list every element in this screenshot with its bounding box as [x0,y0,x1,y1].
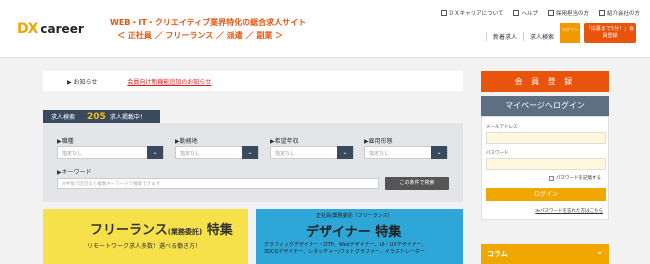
freelance-banner-title: フリーランス(業務委託) 特集 [90,223,233,238]
salary-select[interactable]: 指定なし ⌄ [270,146,354,159]
password-field[interactable] [486,158,606,170]
search-submit-button[interactable]: この条件で検索 [385,177,449,190]
field-label-keyword: ▶キーワード [57,169,92,176]
designer-banner-subtitle: グラフィックデザイナー・DTP、Webデザイナー、UI・UXデザイナー、 3DCG… [264,242,427,255]
login-box: メールアドレス パスワード パスワードを記憶する ログイン ≫パスワードを忘れた… [481,116,609,220]
designer-banner[interactable]: 正社員/業務委託（フリーランス） デザイナー 特集 グラフィックデザイナー・DT… [256,209,463,264]
site-logo[interactable]: DX career [17,21,84,37]
designer-banner-title: デザイナー 特集 [306,225,402,240]
info-icon [440,10,447,16]
email-field[interactable] [486,132,606,144]
search-tab-label: 求人検索 [51,114,76,121]
top-links: ＤＸキャリアについて ヘルプ 採用担当の方 紹介会社の方 [431,9,640,17]
chevron-down-icon: ⌄ [337,146,353,159]
checkbox-icon [549,175,554,181]
help-icon [513,10,520,16]
forgot-password-link[interactable]: ≫パスワードを忘れた方はこちら [535,208,603,214]
register-button[interactable]: 会 員 登 録 [481,71,609,92]
job-count-suffix: 求人掲載中！ [109,114,146,121]
column-section-header[interactable]: コラム ⌄ [481,244,609,264]
freelance-banner-subtitle: リモートワーク求人多数！選べる働き方！ [87,243,202,250]
field-label-salary: ▶希望年収 [270,138,299,145]
top-link-recruiter[interactable]: 採用担当の方 [547,9,589,17]
user-icon [598,10,605,16]
site-header: DX career WEB・IT・クリエイティブ業界特化の総合求人サイト ＜ 正… [0,0,650,58]
news-link[interactable]: 会員向け新機能追加のお知らせ [127,77,211,86]
designer-banner-pretitle: 正社員/業務委託（フリーランス） [316,213,393,219]
remember-checkbox[interactable]: パスワードを記憶する [549,175,601,181]
occupation-select[interactable]: 指定なし ⌄ [57,146,164,159]
field-label-location: ▶勤務地 [175,138,198,145]
nav-new-jobs[interactable]: 新着求人 [486,32,523,41]
job-count: 205 [87,111,106,122]
top-link-help[interactable]: ヘルプ [513,9,538,17]
field-label-employment: ▶雇用形態 [364,138,393,145]
header-register-button[interactable]: 「応募まで5分！」会員登録 [584,23,636,43]
header-login-button[interactable]: ログイン [560,23,580,43]
news-label: ▶ お知らせ [67,78,98,86]
search-panel [43,123,463,202]
email-label: メールアドレス [486,125,518,130]
keyword-input[interactable]: ※半角で区切ると複数キーワードで検索できます [57,178,379,189]
login-button[interactable]: ログイン [486,188,606,201]
search-tab[interactable]: 求人検索 205 求人掲載中！ [43,110,160,123]
field-label-occupation: ▶職種 [57,138,74,145]
top-link-about[interactable]: ＤＸキャリアについて [440,9,503,17]
password-label: パスワード [486,151,509,156]
chevron-down-icon: ⌄ [147,146,163,159]
building-icon [547,10,554,16]
tagline: WEB・IT・クリエイティブ業界特化の総合求人サイト [110,18,307,27]
logo-text: career [40,22,84,36]
nav-job-search[interactable]: 求人検索 [523,32,560,41]
employment-select[interactable]: 指定なし ⌄ [364,146,448,159]
chevron-down-icon: ⌄ [242,146,258,159]
chevron-down-icon: ⌄ [431,146,447,159]
chevron-down-icon: ⌄ [596,247,603,256]
mypage-heading: マイページへログイン [481,96,609,116]
news-bar: ▶ お知らせ 会員向け新機能追加のお知らせ [43,71,463,91]
logo-mark: DX [17,21,38,37]
main-nav: 新着求人 求人検索 [486,32,560,41]
location-select[interactable]: 指定なし ⌄ [175,146,259,159]
tagline-types[interactable]: ＜ 正社員 ／ フリーランス ／ 派遣 ／ 副業 ＞ [117,30,283,41]
top-link-agency[interactable]: 紹介会社の方 [598,9,640,17]
freelance-banner[interactable]: フリーランス(業務委託) 特集 リモートワーク求人多数！選べる働き方！ [43,209,248,264]
